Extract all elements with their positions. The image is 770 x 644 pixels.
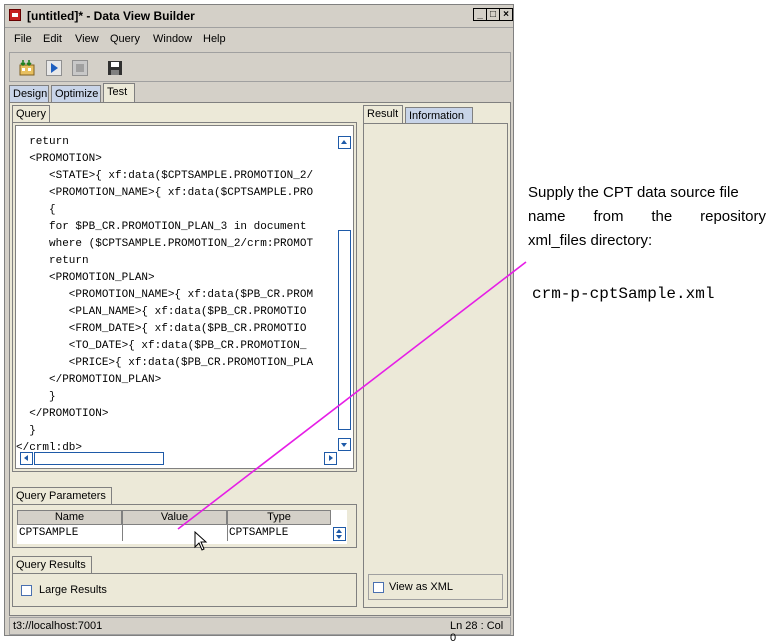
callout-line-1: Supply the CPT data source file xyxy=(528,184,739,201)
callout-pointer-line xyxy=(177,261,527,530)
callout-word: name xyxy=(528,208,566,225)
callout-line-2: name from the repository xyxy=(528,205,766,229)
callout-line xyxy=(177,261,527,530)
callout-filename: crm-p-cptSample.xml xyxy=(532,285,715,303)
callout-text: Supply the CPT data source file name from… xyxy=(528,181,768,253)
callout-line-3: xml_files directory: xyxy=(528,232,653,249)
callout-word: the xyxy=(651,208,673,225)
callout-word: repository xyxy=(700,208,766,225)
callout-word: from xyxy=(593,208,624,225)
